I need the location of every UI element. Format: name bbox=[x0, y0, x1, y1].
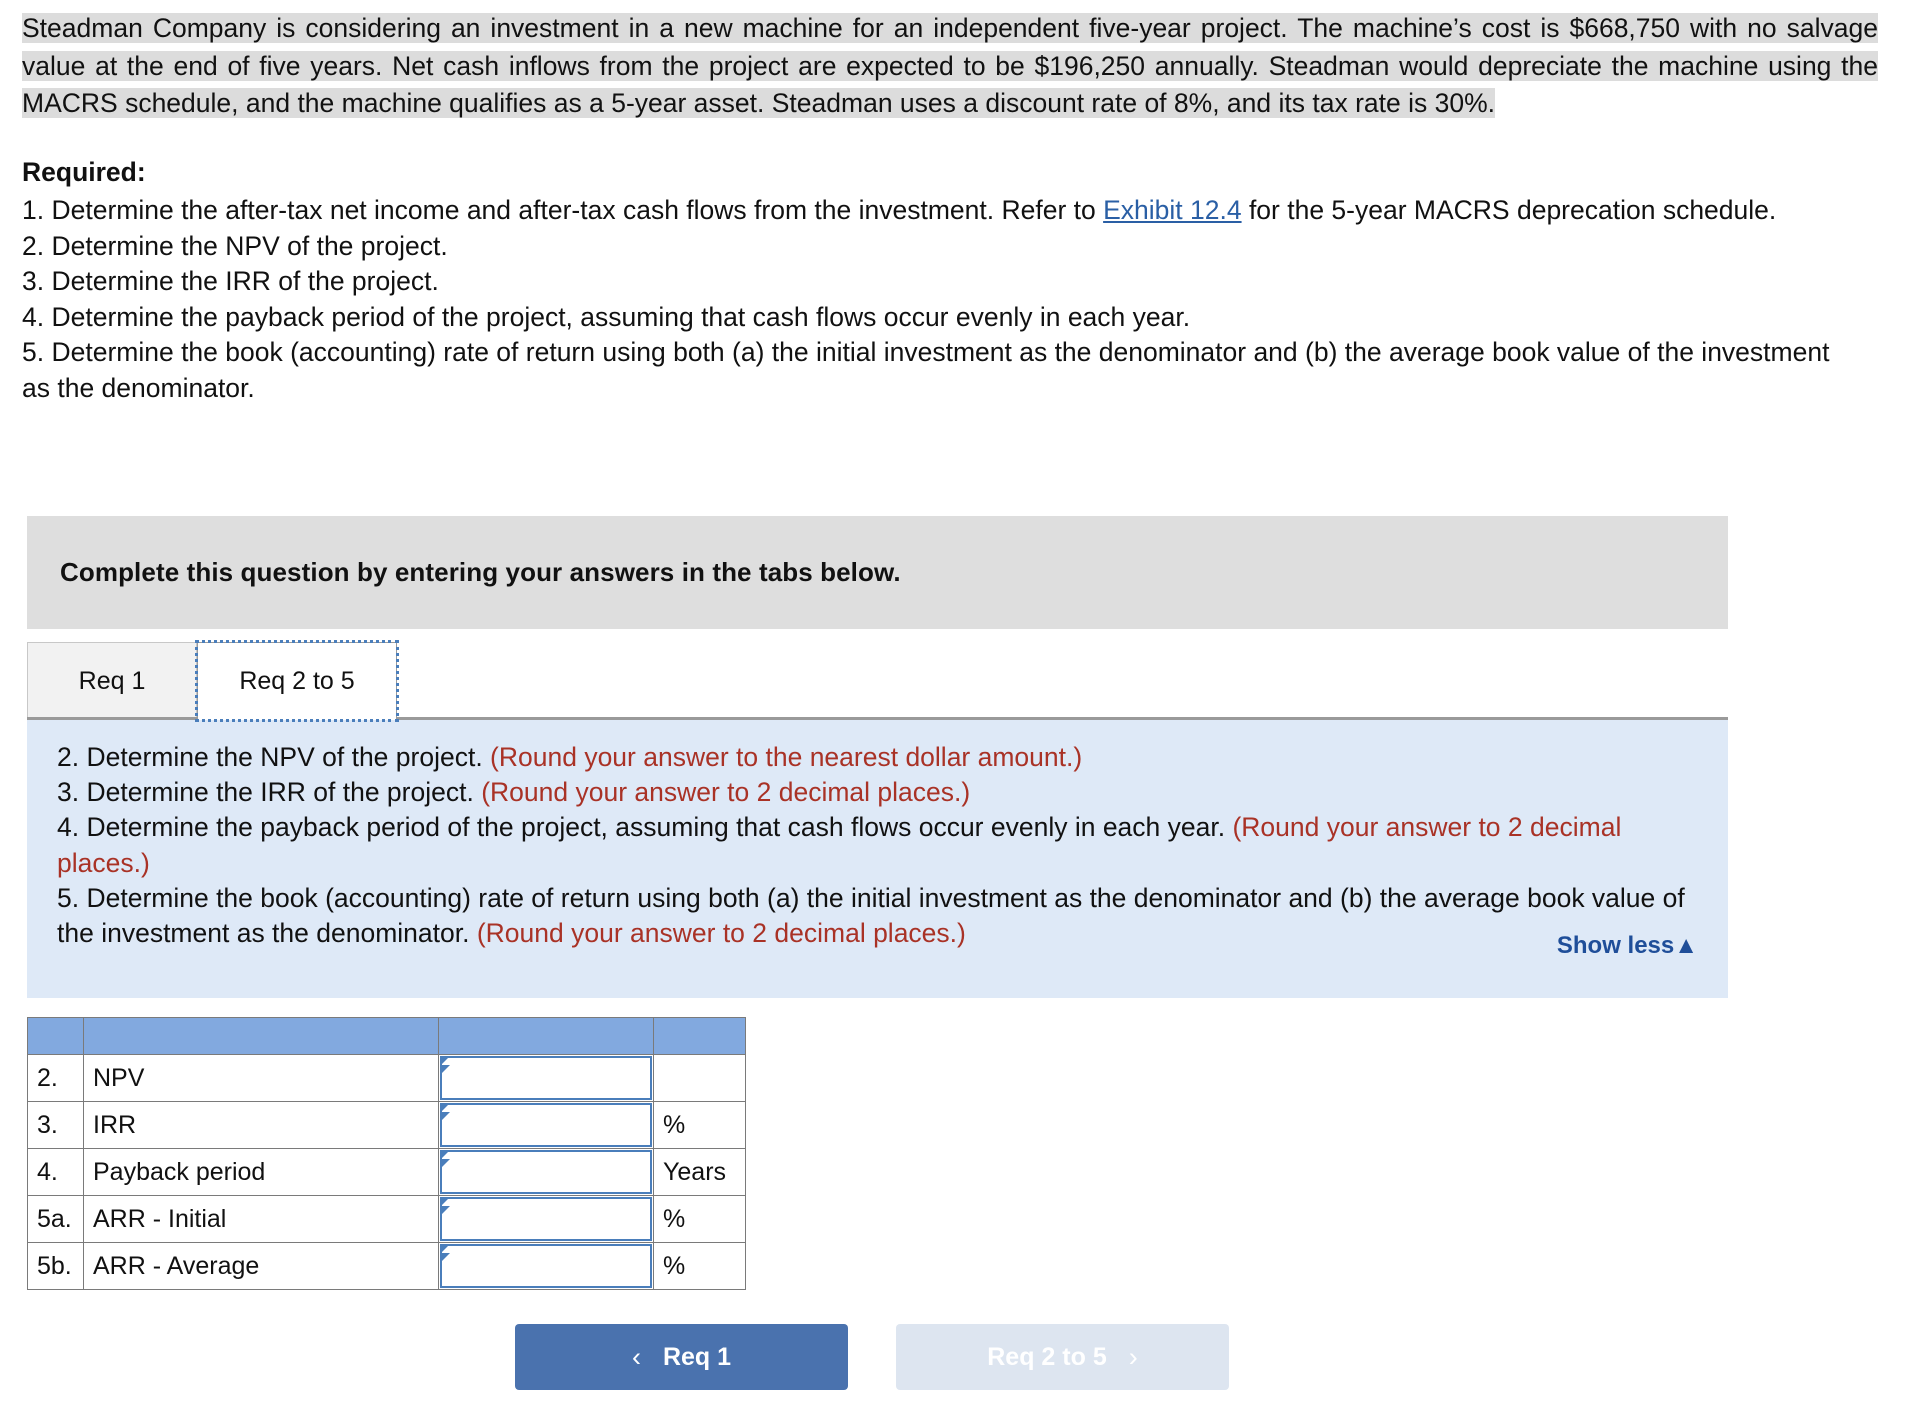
table-header-cell-num bbox=[27, 1017, 84, 1055]
row-unit-cell: Years bbox=[653, 1148, 746, 1196]
answer-input-irr[interactable] bbox=[440, 1103, 652, 1147]
panel-item-3: 3. Determine the IRR of the project. (Ro… bbox=[57, 775, 1698, 810]
panel-item-2-text: 2. Determine the NPV of the project. bbox=[57, 742, 491, 772]
table-header-row bbox=[27, 1017, 746, 1055]
show-less-toggle[interactable]: Show less▲ bbox=[1557, 932, 1698, 960]
required-item-1-post: for the 5-year MACRS deprecation schedul… bbox=[1241, 195, 1777, 226]
panel-item-2-note: (Round your answer to the nearest dollar… bbox=[490, 742, 1083, 772]
answer-input-arr-initial[interactable] bbox=[440, 1197, 652, 1241]
row-number-cell: 3. bbox=[27, 1101, 84, 1149]
row-label-cell: IRR bbox=[83, 1101, 439, 1149]
required-item-4: 4. Determine the payback period of the p… bbox=[22, 301, 1191, 332]
panel-item-5-note: (Round your answer to 2 decimal places.) bbox=[476, 918, 966, 949]
prev-req-1-button-label: Req 1 bbox=[662, 1342, 732, 1371]
required-item-2: 2. Determine the NPV of the project. bbox=[22, 230, 448, 261]
row-unit-cell bbox=[653, 1054, 746, 1102]
answer-input-npv[interactable] bbox=[440, 1056, 652, 1100]
required-heading: Required: bbox=[22, 156, 146, 187]
table-row: 4. Payback period Years bbox=[27, 1148, 746, 1196]
panel-item-3-note: (Round your answer to 2 decimal places.) bbox=[481, 777, 971, 808]
exhibit-12-4-link[interactable]: Exhibit 12.4 bbox=[1103, 195, 1241, 225]
required-section: Required: 1. Determine the after-tax net… bbox=[0, 155, 1870, 407]
next-req-2-to-5-button[interactable]: Req 2 to 5 › bbox=[896, 1324, 1229, 1390]
navigation-buttons: ‹ Req 1 Req 2 to 5 › bbox=[515, 1324, 1229, 1390]
panel-item-4-text: 4. Determine the payback period of the p… bbox=[57, 812, 1233, 843]
row-input-cell bbox=[438, 1242, 654, 1290]
table-row: 5b. ARR - Average% bbox=[27, 1242, 746, 1290]
row-unit-cell: % bbox=[653, 1101, 746, 1149]
row-label-cell: NPV bbox=[83, 1054, 439, 1102]
required-item-5: 5. Determine the book (accounting) rate … bbox=[22, 337, 1830, 403]
row-unit-cell: % bbox=[653, 1242, 746, 1290]
problem-statement-text: Steadman Company is considering an inves… bbox=[22, 13, 1878, 119]
row-label-cell: ARR - Initial bbox=[83, 1195, 439, 1243]
answer-table: 2. NPV 3. IRR% 4. Payback period Years 5a. ARR -… bbox=[27, 1017, 746, 1290]
row-input-cell bbox=[438, 1195, 654, 1243]
row-input-cell bbox=[438, 1148, 654, 1196]
next-req-2-to-5-button-label: Req 2 to 5 bbox=[987, 1342, 1107, 1371]
required-item-3: 3. Determine the IRR of the project. bbox=[22, 266, 439, 297]
requirement-instruction-panel: 2. Determine the NPV of the project. (Ro… bbox=[27, 720, 1728, 998]
input-wrapper bbox=[439, 1149, 653, 1195]
row-number-cell: 4. bbox=[27, 1148, 84, 1196]
row-input-cell bbox=[438, 1101, 654, 1149]
row-unit-cell: % bbox=[653, 1195, 746, 1243]
chevron-right-icon: › bbox=[1128, 1341, 1138, 1372]
row-label-cell: Payback period bbox=[83, 1148, 439, 1196]
required-item-1: 1. Determine the after-tax net income an… bbox=[22, 193, 1848, 229]
row-input-cell bbox=[438, 1054, 654, 1102]
tab-strip: Req 1 Req 2 to 5 bbox=[27, 640, 1728, 722]
tab-req-2-to-5[interactable]: Req 2 to 5 bbox=[195, 640, 399, 722]
tab-req-1[interactable]: Req 1 bbox=[27, 642, 197, 720]
panel-item-5: 5. Determine the book (accounting) rate … bbox=[57, 881, 1698, 951]
required-item-1-pre: 1. Determine the after-tax net income an… bbox=[22, 195, 1104, 226]
answer-input-arr-average[interactable] bbox=[440, 1244, 652, 1288]
table-header-cell-unit bbox=[653, 1017, 746, 1055]
panel-item-2: 2. Determine the NPV of the project. (Ro… bbox=[57, 740, 1698, 775]
table-header-cell-input bbox=[438, 1017, 654, 1055]
row-label-cell: ARR - Average bbox=[83, 1242, 439, 1290]
table-row: 3. IRR% bbox=[27, 1101, 746, 1149]
prev-req-1-button[interactable]: ‹ Req 1 bbox=[515, 1324, 848, 1390]
complete-question-banner-text: Complete this question by entering your … bbox=[60, 557, 901, 587]
table-header-cell-label bbox=[83, 1017, 439, 1055]
complete-question-banner: Complete this question by entering your … bbox=[27, 516, 1728, 629]
input-wrapper bbox=[439, 1055, 653, 1101]
panel-item-3-text: 3. Determine the IRR of the project. bbox=[57, 777, 482, 808]
panel-item-4: 4. Determine the payback period of the p… bbox=[57, 810, 1698, 880]
input-wrapper bbox=[439, 1196, 653, 1242]
chevron-left-icon: ‹ bbox=[631, 1341, 641, 1372]
table-row: 2. NPV bbox=[27, 1054, 746, 1102]
answer-input-payback-period[interactable] bbox=[440, 1150, 652, 1194]
table-row: 5a. ARR - Initial% bbox=[27, 1195, 746, 1243]
row-number-cell: 5b. bbox=[27, 1242, 84, 1290]
row-number-cell: 5a. bbox=[27, 1195, 84, 1243]
row-number-cell: 2. bbox=[27, 1054, 84, 1102]
input-wrapper bbox=[439, 1102, 653, 1148]
problem-statement: Steadman Company is considering an inves… bbox=[0, 0, 1900, 123]
input-wrapper bbox=[439, 1243, 653, 1289]
